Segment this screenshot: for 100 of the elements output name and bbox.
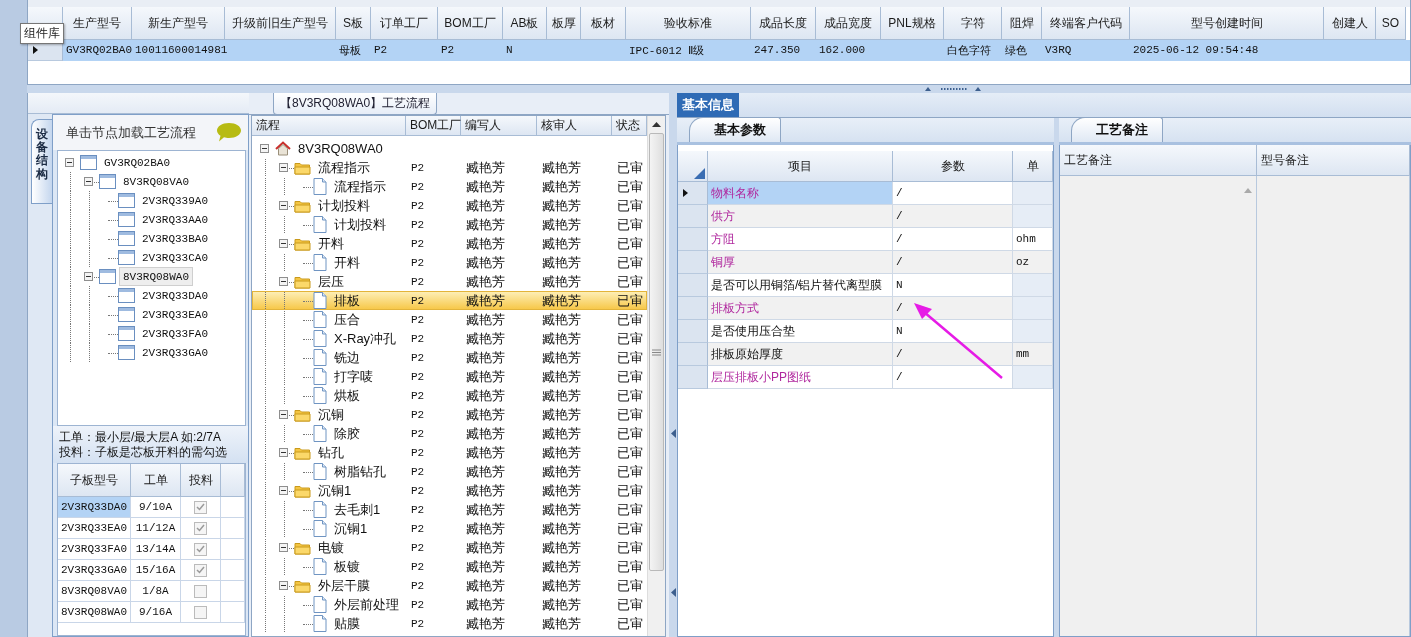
table-cell-text: 臧艳芳: [541, 178, 582, 196]
table-cell-text: IPC-6012 Ⅱ级: [628, 43, 706, 59]
item-name: 是否可以用铜箔/铝片替代离型膜: [711, 276, 883, 294]
table-cell-text: 臧艳芳: [465, 539, 506, 557]
table-cell-text: 臧艳芳: [541, 330, 582, 348]
table-cell-text: P2: [410, 275, 426, 290]
table-cell-text: 臧艳芳: [541, 501, 582, 519]
table-cell: 2V3RQ33EA0: [58, 518, 131, 539]
table-cell-text: P2: [410, 180, 426, 195]
table-cell-text: GV3RQ02BA0: [65, 43, 132, 58]
table-cell-text: 已审: [616, 387, 644, 405]
table-cell-text: P2: [373, 43, 389, 58]
table-cell-text: P2: [410, 446, 426, 461]
table-cell-text: 已审: [616, 463, 644, 481]
table-cell-text: 臧艳芳: [541, 425, 582, 443]
table-cell-text: 臧艳芳: [465, 330, 506, 348]
table-cell-text: 162.000: [818, 43, 867, 58]
table-cell-text: 已审: [616, 368, 644, 386]
table-cell-text: 臧艳芳: [541, 406, 582, 424]
table-cell: /: [893, 366, 1013, 389]
table-cell: 9/16A: [131, 602, 181, 623]
table-cell-text: 臧艳芳: [541, 368, 582, 386]
table-cell: oz: [1013, 251, 1053, 274]
table-cell-text: 臧艳芳: [465, 254, 506, 272]
table-cell-text: 臧艳芳: [465, 349, 506, 367]
table-cell-text: 臧艳芳: [465, 463, 506, 481]
item-name: 排板方式: [711, 299, 759, 317]
table-cell-text: 臧艳芳: [541, 615, 582, 633]
table-cell-text: 臧艳芳: [465, 520, 506, 538]
table-cell-text: 臧艳芳: [465, 235, 506, 253]
table-cell-text: P2: [410, 161, 426, 176]
table-cell: 2V3RQ33GA0: [58, 560, 131, 581]
item-name: 排板原始厚度: [711, 345, 783, 363]
table-cell-text: 臧艳芳: [465, 444, 506, 462]
table-cell-text: 已审: [616, 311, 644, 329]
table-cell-text: 2025-06-12 09:54:48: [1132, 43, 1260, 58]
table-cell-text: 臧艳芳: [465, 406, 506, 424]
table-cell-text: 臧艳芳: [465, 292, 506, 310]
table-cell-text: 已审: [616, 501, 644, 519]
hint-text: 单击节点加载工艺流程: [66, 123, 196, 142]
table-cell: 8V3RQ08VA0: [58, 581, 131, 602]
table-cell-text: 臧艳芳: [541, 558, 582, 576]
table-cell-text: 臧艳芳: [465, 482, 506, 500]
item-name: 层压排板小PP图纸: [711, 368, 811, 386]
table-cell-text: 已审: [616, 349, 644, 367]
table-cell-text: 臧艳芳: [541, 444, 582, 462]
table-cell-text: P2: [410, 427, 426, 442]
table-cell: mm: [1013, 343, 1053, 366]
table-cell-text: P2: [410, 579, 426, 594]
table-cell-text: 臧艳芳: [465, 577, 506, 595]
table-cell-text: 已审: [616, 520, 644, 538]
table-cell-text: 已审: [616, 292, 644, 310]
table-cell-text: P2: [410, 617, 426, 632]
table-cell-text: 臧艳芳: [541, 596, 582, 614]
table-cell-text: P2: [410, 598, 426, 613]
table-cell-text: 臧艳芳: [541, 520, 582, 538]
table-cell-text: 臧艳芳: [541, 254, 582, 272]
note-text: 工单：最小层/最大层A 如:2/7A: [59, 429, 223, 445]
table-cell-text: 臧艳芳: [541, 482, 582, 500]
table-cell: 2V3RQ33FA0: [58, 539, 131, 560]
table-cell: /: [893, 297, 1013, 320]
table-cell-text: N: [505, 43, 514, 58]
table-cell-text: 臧艳芳: [465, 159, 506, 177]
table-cell-text: 已审: [616, 425, 644, 443]
table-cell-text: P2: [410, 294, 426, 309]
table-cell: /: [893, 228, 1013, 251]
table-cell-text: 已审: [616, 615, 644, 633]
table-cell-text: 臧艳芳: [465, 425, 506, 443]
table-cell: 11/12A: [131, 518, 181, 539]
table-cell-text: 臧艳芳: [541, 349, 582, 367]
table-cell-text: 已审: [616, 539, 644, 557]
table-cell-text: 已审: [616, 216, 644, 234]
note-text: 投料：子板是芯板开料的需勾选: [59, 444, 228, 460]
table-cell-text: 臧艳芳: [465, 216, 506, 234]
table-cell-text: P2: [410, 351, 426, 366]
table-cell-text: 臧艳芳: [465, 178, 506, 196]
item-name: 方阻: [711, 230, 735, 248]
table-cell-text: 臧艳芳: [541, 463, 582, 481]
table-cell-text: P2: [410, 484, 426, 499]
table-cell: 13/14A: [131, 539, 181, 560]
table-cell-text: 臧艳芳: [465, 387, 506, 405]
table-cell-text: 母板: [338, 43, 362, 59]
table-cell-text: 臧艳芳: [541, 577, 582, 595]
table-cell-text: 已审: [616, 558, 644, 576]
table-cell-text: 已审: [616, 159, 644, 177]
table-cell: 15/16A: [131, 560, 181, 581]
table-cell-text: 臧艳芳: [541, 539, 582, 557]
table-cell: N: [893, 320, 1013, 343]
table-cell-text: P2: [410, 313, 426, 328]
table-cell-text: P2: [410, 541, 426, 556]
table-cell-text: P2: [410, 199, 426, 214]
table-cell-text: 臧艳芳: [541, 159, 582, 177]
table-cell-text: 已审: [616, 406, 644, 424]
table-cell: N: [893, 274, 1013, 297]
table-cell-text: P2: [410, 370, 426, 385]
table-cell-text: 白色字符: [946, 43, 992, 59]
table-cell-text: 10011600014981: [134, 43, 225, 58]
table-cell: /: [893, 251, 1013, 274]
item-name: 供方: [711, 207, 735, 225]
table-cell-text: 臧艳芳: [541, 235, 582, 253]
